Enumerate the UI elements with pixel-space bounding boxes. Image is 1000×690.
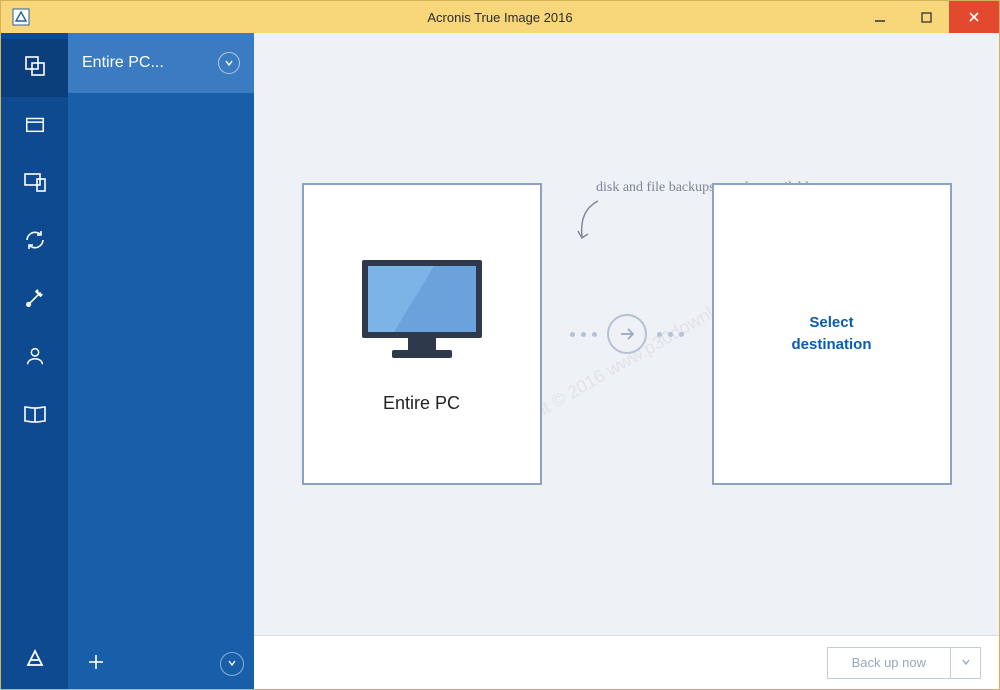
destination-card[interactable]: Select destination (712, 183, 952, 485)
chevron-down-icon[interactable] (218, 52, 240, 74)
close-button[interactable] (949, 1, 999, 33)
add-backup-button[interactable] (78, 646, 114, 682)
sync-icon (23, 228, 47, 257)
chevron-down-icon (227, 655, 237, 673)
expand-list-button[interactable] (220, 652, 244, 676)
destination-label-1: Select (809, 312, 853, 335)
pc-monitor-icon (354, 254, 490, 369)
plus-icon (86, 652, 106, 677)
nav-backup[interactable] (1, 39, 68, 97)
destination-label-2: destination (791, 334, 871, 357)
window-controls (857, 1, 999, 33)
app-window: Acronis True Image 2016 (0, 0, 1000, 690)
source-caption: Entire PC (383, 393, 460, 414)
nav-sync-devices[interactable] (1, 155, 68, 213)
acronis-logo-icon (24, 647, 46, 674)
titlebar: Acronis True Image 2016 (1, 1, 999, 33)
person-icon (24, 345, 46, 372)
devices-icon (23, 171, 47, 198)
backup-entry-selected[interactable]: Entire PC... (68, 33, 254, 93)
archive-icon (24, 113, 46, 140)
chevron-down-icon (961, 654, 971, 672)
copy-icon (23, 54, 47, 83)
backup-list-footer (68, 639, 254, 689)
tools-icon (24, 287, 46, 314)
nav-brand[interactable] (1, 631, 68, 689)
footer-bar: Back up now (254, 635, 999, 689)
app-body: Entire PC... (1, 33, 999, 689)
maximize-button[interactable] (903, 1, 949, 33)
backup-stage: Entire PC Select destination (254, 33, 999, 635)
arrow-right-icon (607, 314, 647, 354)
dots-left (570, 332, 597, 337)
main-panel: disk and file backups are also available… (254, 33, 999, 689)
book-icon (23, 404, 47, 429)
app-icon (7, 3, 35, 31)
nav-account[interactable] (1, 329, 68, 387)
nav-sync[interactable] (1, 213, 68, 271)
nav-rail (1, 33, 68, 689)
backup-list-panel: Entire PC... (68, 33, 254, 689)
source-card[interactable]: Entire PC (302, 183, 542, 485)
flow-arrow (570, 314, 684, 354)
window-title: Acronis True Image 2016 (1, 10, 999, 25)
minimize-button[interactable] (857, 1, 903, 33)
backup-entry-label: Entire PC... (82, 54, 218, 72)
backup-now-dropdown[interactable] (951, 647, 981, 679)
nav-archive[interactable] (1, 97, 68, 155)
dots-right (657, 332, 684, 337)
nav-help[interactable] (1, 387, 68, 445)
nav-tools[interactable] (1, 271, 68, 329)
backup-now-button[interactable]: Back up now (827, 647, 951, 679)
